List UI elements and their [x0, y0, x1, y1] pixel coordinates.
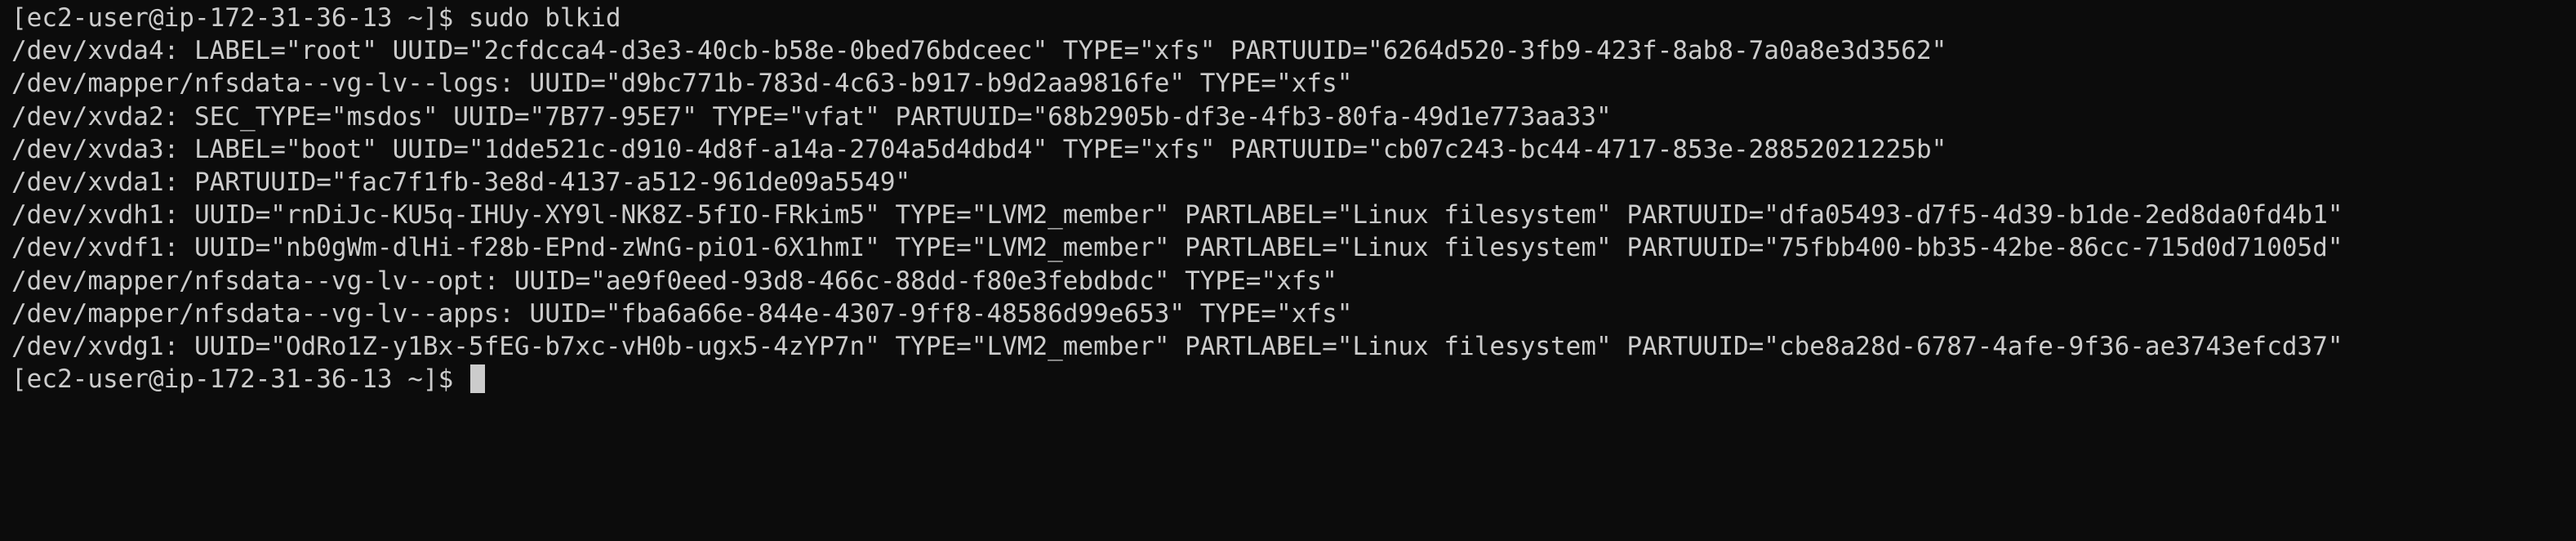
shell-prompt: [ec2-user@ip-172-31-36-13 ~]$ [11, 364, 469, 395]
terminal-output-line: /dev/xvdg1: UUID="OdRo1Z-y1Bx-5fEG-b7xc-… [11, 331, 2343, 361]
terminal-output-line: /dev/mapper/nfsdata--vg-lv--logs: UUID="… [11, 69, 1353, 99]
terminal-output-line: /dev/xvda2: SEC_TYPE="msdos" UUID="7B77-… [11, 101, 1612, 132]
terminal-output-line: /dev/xvda3: LABEL="boot" UUID="1dde521c-… [11, 134, 1947, 164]
terminal-window[interactable]: [ec2-user@ip-172-31-36-13 ~]$ sudo blkid… [0, 0, 2576, 541]
terminal-line-command: [ec2-user@ip-172-31-36-13 ~]$ sudo blkid [11, 3, 621, 33]
terminal-output-line: /dev/xvda4: LABEL="root" UUID="2cfdcca4-… [11, 36, 1947, 66]
terminal-prompt-line[interactable]: [ec2-user@ip-172-31-36-13 ~]$ [11, 363, 2576, 396]
terminal-output-line: /dev/mapper/nfsdata--vg-lv--opt: UUID="a… [11, 266, 1337, 296]
terminal-output-line: /dev/mapper/nfsdata--vg-lv--apps: UUID="… [11, 298, 1353, 329]
text-cursor [469, 364, 485, 394]
terminal-output-line: /dev/xvdh1: UUID="rnDiJc-KU5q-IHUy-XY9l-… [11, 200, 2343, 230]
terminal-output-line: /dev/xvdf1: UUID="nb0gWm-dlHi-f28b-EPnd-… [11, 233, 2343, 263]
terminal-output-line: /dev/xvda1: PARTUUID="fac7f1fb-3e8d-4137… [11, 167, 911, 197]
